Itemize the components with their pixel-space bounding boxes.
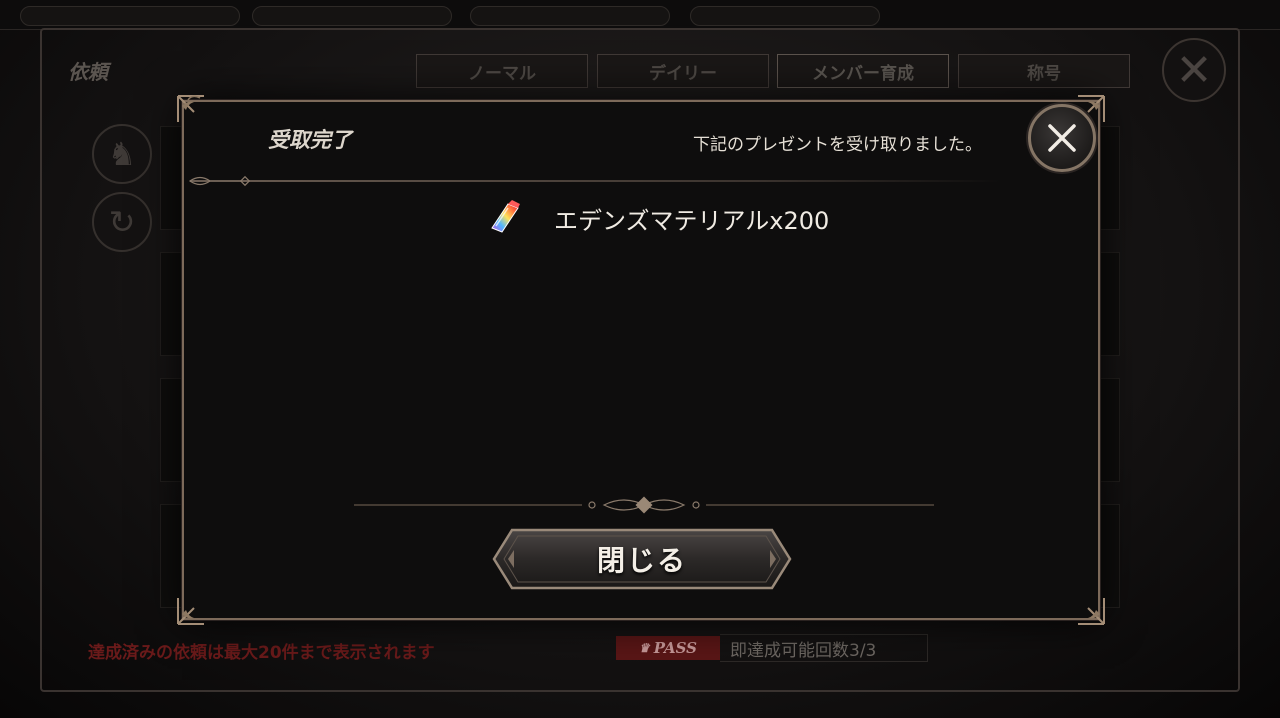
helmet-icon: ♞: [107, 135, 137, 173]
currency-pill: [690, 6, 880, 26]
crown-icon: ♛: [639, 641, 650, 655]
window-title: 依頼: [68, 60, 108, 84]
close-dialog-button[interactable]: 閉じる: [492, 528, 792, 590]
dialog-close-button[interactable]: [1028, 104, 1096, 172]
corner-ornament: [177, 95, 204, 122]
crystal-icon: [491, 200, 520, 233]
tab-normal[interactable]: ノーマル: [416, 54, 588, 88]
currency-pill: [20, 6, 240, 26]
tab-daily[interactable]: デイリー: [597, 54, 769, 88]
pass-badge-label: PASS: [653, 639, 697, 657]
footer-notice: 達成済みの依頼は最大20件まで表示されます: [88, 643, 435, 663]
tab-member-training[interactable]: メンバー育成: [777, 54, 949, 88]
reward-item: エデンズマテリアルx200: [484, 198, 829, 238]
refresh-button[interactable]: ↻: [92, 192, 152, 252]
corner-ornament: [1078, 598, 1105, 625]
reward-label: エデンズマテリアルx200: [554, 206, 830, 235]
instant-complete-count: 即達成可能回数3/3: [720, 634, 928, 662]
tab-title[interactable]: 称号: [958, 54, 1130, 88]
top-status-bar: [0, 0, 1280, 30]
corner-ornament: [177, 598, 204, 625]
close-button-label: 閉じる: [596, 544, 687, 577]
title-divider: [190, 180, 1000, 182]
divider-ornament: [188, 175, 250, 187]
dialog-title: 受取完了: [268, 127, 352, 152]
close-icon: [1048, 124, 1076, 152]
reward-received-dialog: 受取完了 下記のプレゼントを受け取りました。 エデンズマテリアルx200 閉じる: [177, 95, 1105, 625]
close-icon: ✕: [1175, 44, 1213, 96]
pass-badge[interactable]: ♛ PASS: [616, 636, 720, 660]
dialog-message: 下記のプレゼントを受け取りました。: [693, 135, 982, 155]
currency-pill: [252, 6, 452, 26]
bottom-divider-ornament: [354, 496, 934, 514]
currency-pill: [470, 6, 670, 26]
filter-button[interactable]: ♞: [92, 124, 152, 184]
refresh-icon: ↻: [108, 203, 136, 241]
window-close-button[interactable]: ✕: [1162, 38, 1226, 102]
